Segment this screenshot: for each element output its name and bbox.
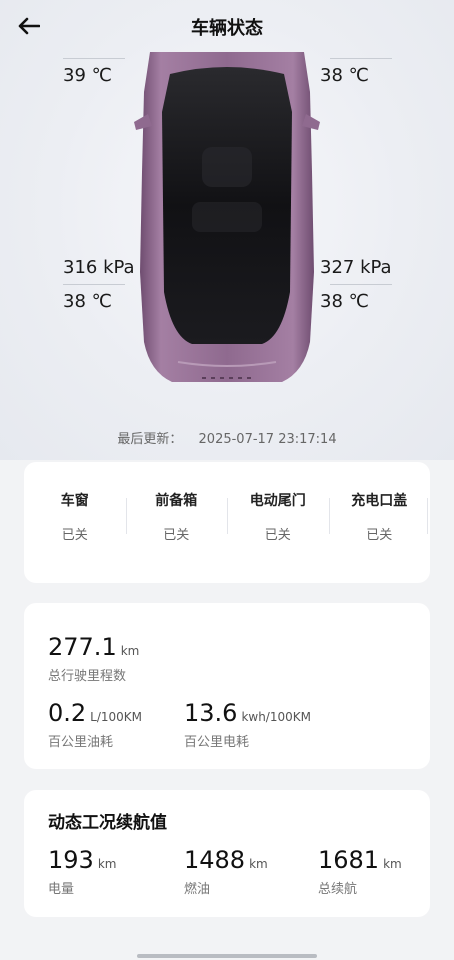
status-value: 已关 (163, 528, 190, 543)
tire-pressure: 316 kPa (63, 257, 135, 278)
tire-temperature: 38 ℃ (63, 291, 112, 312)
car-top-view (134, 52, 320, 382)
fuel-consumption: 0.2 L/100KM 百公里油耗 (48, 699, 142, 750)
stat-value: 277.1 (48, 633, 117, 661)
last-updated-time: 2025-07-17 23:17:14 (198, 432, 337, 447)
stat-unit: km (97, 857, 117, 871)
stat-label: 总续航 (318, 882, 358, 897)
stat-unit: kwh/100KM (241, 710, 311, 724)
status-label: 车窗 (60, 493, 89, 509)
last-updated: 最后更新： 2025-07-17 23:17:14 (0, 428, 454, 447)
status-label: 电动尾门 (249, 493, 306, 509)
divider (63, 284, 125, 285)
tire-pressure: 327 kPa (320, 257, 392, 278)
divider (330, 58, 392, 59)
divider (63, 58, 125, 59)
status-value: 已关 (61, 528, 88, 543)
status-charge-port[interactable]: 充电口盖 已关 (328, 490, 431, 583)
stat-value: 1488 (184, 846, 246, 874)
stat-label: 总行驶里程数 (48, 669, 127, 684)
status-tailgate[interactable]: 电动尾门 已关 (227, 490, 329, 583)
tire-rear-right: 327 kPa 38 ℃ (320, 257, 412, 312)
range-fuel: 1488 km 燃油 (184, 846, 268, 897)
power-consumption: 13.6 kwh/100KM 百公里电耗 (184, 699, 311, 750)
stat-value: 13.6 (184, 699, 238, 727)
range-total: 1681 km 总续航 (318, 846, 402, 897)
stat-value: 193 (48, 846, 94, 874)
tire-temperature: 38 ℃ (320, 291, 369, 312)
status-card: 车窗 已关 前备箱 已关 电动尾门 已关 充电口盖 已关 (24, 462, 430, 583)
stat-label: 电量 (48, 882, 75, 897)
stat-unit: km (120, 644, 140, 658)
stat-label: 百公里电耗 (184, 735, 250, 750)
status-frunk[interactable]: 前备箱 已关 (125, 490, 228, 583)
divider (330, 284, 392, 285)
stat-value: 0.2 (48, 699, 87, 727)
stat-unit: km (249, 857, 268, 871)
status-label: 前备箱 (155, 493, 198, 509)
range-card: 动态工况续航值 193 km 电量 1488 km 燃油 1681 km 总续航 (24, 790, 430, 917)
stat-label: 燃油 (184, 882, 211, 897)
driving-stats-card: 277.1 km 总行驶里程数 0.2 L/100KM 百公里油耗 13.6 kwh/… (24, 603, 430, 769)
stat-unit: L/100KM (90, 710, 143, 724)
home-indicator[interactable] (137, 954, 317, 958)
tire-front-left: 39 ℃ (63, 52, 155, 86)
stat-label: 百公里油耗 (48, 735, 114, 750)
total-mileage: 277.1 km 总行驶里程数 (48, 633, 139, 684)
status-label: 充电口盖 (351, 493, 408, 509)
range-electric: 193 km 电量 (48, 846, 116, 897)
last-updated-label: 最后更新： (117, 432, 183, 447)
status-value: 已关 (264, 528, 291, 543)
top-bar: 车辆状态 (0, 0, 454, 52)
tire-temperature: 38 ℃ (320, 65, 369, 86)
status-value: 已关 (366, 528, 393, 543)
stat-value: 1681 (318, 846, 380, 874)
tire-rear-left: 316 kPa 38 ℃ (63, 257, 155, 312)
page-title: 车辆状态 (191, 18, 263, 39)
tire-front-right: 38 ℃ (320, 52, 412, 86)
stat-unit: km (383, 857, 402, 871)
range-title: 动态工况续航值 (48, 813, 167, 833)
tire-temperature: 39 ℃ (63, 65, 112, 86)
vehicle-hero: 车辆状态 39 ℃ 38 ℃ 316 kPa 38 ℃ 327 kPa 38 ℃… (0, 0, 454, 460)
status-window[interactable]: 车窗 已关 (24, 490, 126, 583)
